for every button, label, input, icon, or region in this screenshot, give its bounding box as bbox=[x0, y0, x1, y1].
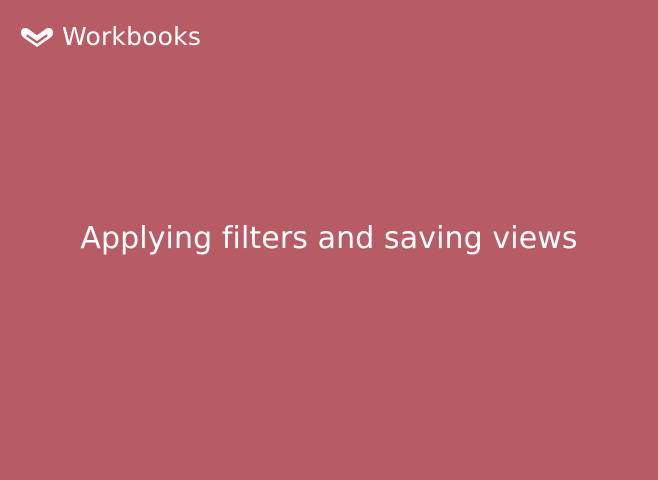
brand-name: Workbooks bbox=[62, 22, 202, 51]
slide-title: Applying filters and saving views bbox=[80, 221, 578, 256]
workbooks-logo-icon bbox=[21, 28, 53, 47]
slide-canvas: Workbooks Applying filters and saving vi… bbox=[0, 0, 658, 480]
brand-header: Workbooks bbox=[18, 22, 201, 52]
logo-mark-shape bbox=[21, 28, 53, 47]
